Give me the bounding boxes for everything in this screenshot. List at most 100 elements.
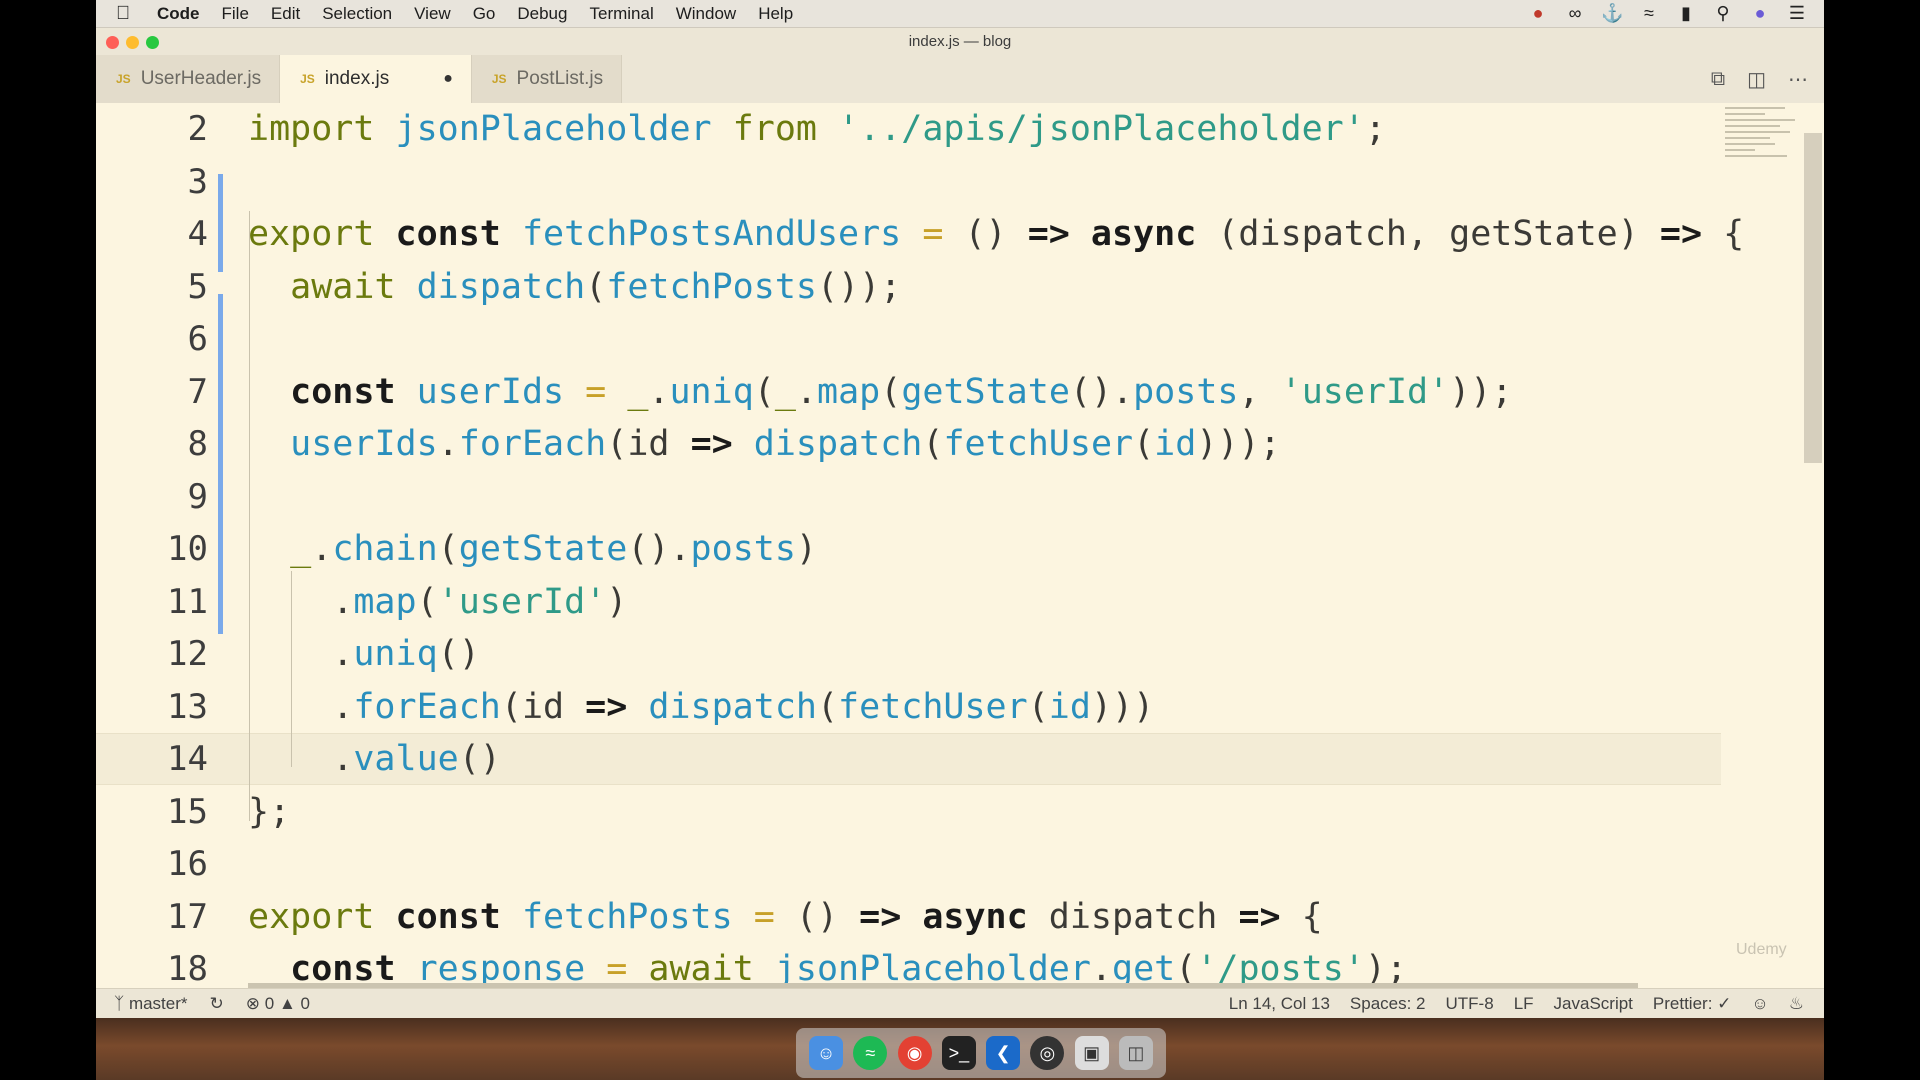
code-line[interactable]: 8 userIds.forEach(id => dispatch(fetchUs… (96, 418, 1721, 470)
code-line[interactable]: 11 .map('userId') (96, 576, 1721, 628)
tab-userheader[interactable]: JS UserHeader.js (96, 55, 281, 103)
siri-icon[interactable]: ● (1749, 3, 1771, 24)
menu-debug[interactable]: Debug (506, 4, 578, 24)
code-token: ))); (1196, 424, 1281, 464)
code-token: (). (1069, 371, 1134, 412)
battery-icon[interactable]: ▮ (1675, 3, 1697, 24)
cursor-position[interactable]: Ln 14, Col 13 (1229, 994, 1330, 1014)
menu-help[interactable]: Help (747, 4, 804, 24)
line-number: 2 (187, 109, 208, 149)
feedback-smiley-icon[interactable]: ☺ (1751, 994, 1768, 1014)
code-token: fetchUser (838, 686, 1028, 727)
code-token: '../apis/jsonPlaceholder' (838, 109, 1365, 149)
wifi-icon[interactable]: ≈ (1638, 3, 1660, 24)
menu-view[interactable]: View (403, 4, 462, 24)
notifications-bell-icon[interactable]: ♨ (1789, 994, 1804, 1014)
sync-icon[interactable]: ↻ (210, 994, 224, 1014)
code-editor[interactable]: 2 import jsonPlaceholder from '../apis/js… (96, 103, 1824, 988)
status-bar: ᛉ master* ↻ ⊗ 0 ▲ 0 Ln 14, Col 13 Spaces… (96, 988, 1824, 1018)
minimize-button[interactable] (126, 36, 139, 49)
end-of-line[interactable]: LF (1514, 994, 1534, 1014)
code-line[interactable]: 2 import jsonPlaceholder from '../apis/js… (96, 103, 1721, 155)
prettier-status[interactable]: Prettier: ✓ (1653, 994, 1731, 1014)
chrome-icon[interactable]: ◉ (897, 1036, 932, 1070)
code-token: ( (880, 371, 902, 412)
branch-name: master* (128, 993, 188, 1013)
code-text: .forEach(id => dispatch(fetchUser(id))) (248, 687, 1154, 727)
code-text: _.chain(getState().posts) (248, 529, 817, 569)
obs-icon[interactable]: ◎ (1030, 1036, 1065, 1070)
menu-code[interactable]: Code (146, 4, 211, 24)
indentation[interactable]: Spaces: 2 (1350, 994, 1426, 1014)
line-number: 15 (167, 791, 208, 832)
code-line[interactable]: 17 export const fetchPosts = () => async … (96, 891, 1721, 943)
menu-file[interactable]: File (211, 4, 260, 24)
close-button[interactable] (106, 36, 119, 49)
code-token: userIds (416, 371, 586, 412)
code-text: .map('userId') (248, 582, 627, 622)
code-line[interactable]: 9 (96, 471, 1721, 523)
tab-index[interactable]: JS index.js ● (280, 55, 472, 103)
indent-guide (249, 211, 250, 821)
search-icon[interactable]: ⚲ (1712, 3, 1734, 24)
code-token: _ (627, 371, 649, 412)
git-branch[interactable]: ᛉ master* (114, 994, 188, 1014)
code-line[interactable]: 7 const userIds = _.uniq(_.map(getState(… (96, 366, 1721, 418)
menu-go[interactable]: Go (462, 4, 507, 24)
finder-icon[interactable]: ☺ (809, 1036, 844, 1070)
problems-indicator[interactable]: ⊗ 0 ▲ 0 (246, 994, 310, 1014)
menu-window[interactable]: Window (665, 4, 747, 24)
tab-label: index.js (324, 68, 390, 89)
code-token: await (290, 266, 417, 307)
split-editor-icon[interactable]: ◫ (1747, 67, 1766, 92)
code-token: value (353, 739, 459, 779)
code-token: import (248, 109, 396, 149)
code-line[interactable]: 18 const response = await jsonPlaceholde… (96, 943, 1721, 988)
code-line[interactable]: 3 (96, 156, 1721, 208)
menu-selection[interactable]: Selection (311, 4, 403, 24)
terminal-icon[interactable]: >_ (941, 1036, 976, 1070)
apple-icon[interactable]:  (116, 3, 146, 25)
code-line[interactable]: 15}; (96, 786, 1721, 838)
vscode-icon[interactable]: ❮ (986, 1036, 1021, 1070)
more-actions-icon[interactable]: ⋯ (1788, 67, 1808, 92)
code-text: export const fetchPostsAndUsers = () => … (248, 214, 1744, 254)
code-token: . (248, 634, 354, 674)
code-token: dispatch (1048, 896, 1239, 937)
menu-edit[interactable]: Edit (260, 4, 311, 24)
unsaved-indicator[interactable]: ● (443, 70, 453, 88)
code-token: )); (1449, 371, 1513, 412)
minimap[interactable] (1721, 103, 1801, 203)
menu-bar:  Code File Edit Selection View Go Debug… (96, 0, 1824, 28)
spotify-icon[interactable]: ≈ (853, 1036, 888, 1070)
js-file-icon: JS (491, 72, 507, 86)
glasses-icon[interactable]: ∞ (1564, 3, 1586, 24)
menu-terminal[interactable]: Terminal (578, 4, 664, 24)
open-changes-icon[interactable]: ⧉ (1711, 68, 1725, 91)
code-token: export (248, 214, 396, 254)
trash-icon[interactable]: ◫ (1118, 1036, 1153, 1070)
tab-postlist[interactable]: JS PostList.js (471, 55, 623, 103)
code-token: 'userId' (1280, 371, 1450, 412)
list-icon[interactable]: ☰ (1786, 3, 1808, 24)
preview-icon[interactable]: ▣ (1074, 1036, 1109, 1070)
zoom-button[interactable] (146, 36, 159, 49)
creative-cloud-icon[interactable]: ● (1527, 3, 1549, 24)
encoding[interactable]: UTF-8 (1446, 994, 1494, 1014)
code-line[interactable]: 13 .forEach(id => dispatch(fetchUser(id)… (96, 681, 1721, 733)
error-icon: ⊗ (245, 993, 265, 1013)
code-line[interactable]: 6 (96, 313, 1721, 365)
docker-icon[interactable]: ⚓ (1601, 3, 1623, 24)
code-text: export const fetchPosts = () => async di… (248, 897, 1323, 937)
code-line[interactable]: 16 (96, 838, 1721, 890)
code-token: getState (458, 529, 628, 569)
code-token: () (437, 634, 480, 674)
code-token: => async (1027, 214, 1218, 254)
code-line[interactable]: 5 await dispatch(fetchPosts()); (96, 261, 1721, 313)
vertical-scrollbar[interactable] (1804, 133, 1822, 463)
code-line[interactable]: 14 .value() (96, 733, 1721, 785)
code-line[interactable]: 12 .uniq() (96, 628, 1721, 680)
code-line[interactable]: 4 export const fetchPostsAndUsers = () =>… (96, 208, 1745, 260)
language-mode[interactable]: JavaScript (1554, 994, 1633, 1014)
code-line[interactable]: 10 _.chain(getState().posts) (96, 523, 1721, 575)
